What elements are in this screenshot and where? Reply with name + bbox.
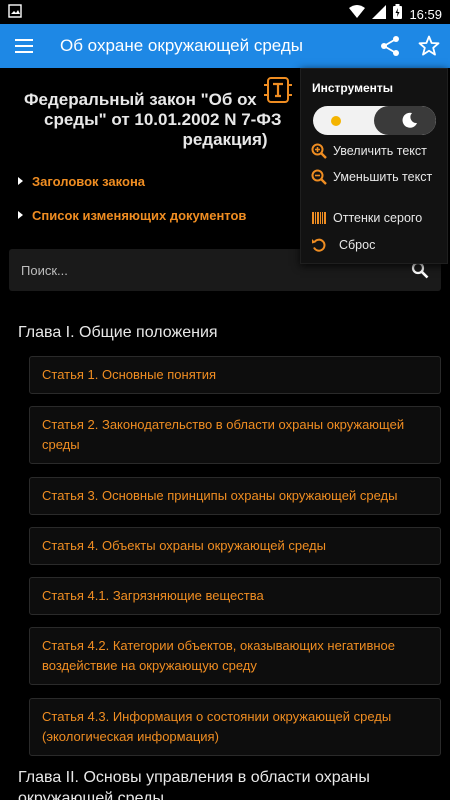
article-label: Статья 4.1. Загрязняющие вещества xyxy=(42,588,264,603)
tools-popup: Инструменты Увеличить текст Уменьшить те… xyxy=(300,68,448,264)
article-label: Статья 3. Основные принципы охраны окруж… xyxy=(42,488,398,503)
battery-icon xyxy=(393,4,403,24)
status-bar: 16:59 xyxy=(0,0,450,24)
article-item[interactable]: Статья 4.3. Информация о состоянии окруж… xyxy=(29,698,441,756)
expander-label: Список изменяющих документов xyxy=(32,207,247,223)
chapter-heading: Глава I. Общие положения xyxy=(18,324,218,341)
chapter-heading: Глава II. Основы управления в области ох… xyxy=(18,769,370,800)
sun-icon xyxy=(331,116,341,126)
article-item[interactable]: Статья 4.2. Категории объектов, оказываю… xyxy=(29,627,441,685)
expander-amending-docs[interactable]: Список изменяющих документов xyxy=(18,205,246,225)
article-label: Статья 4.3. Информация о состоянии окруж… xyxy=(42,709,392,744)
moon-icon xyxy=(401,112,418,129)
reset-icon xyxy=(311,237,327,253)
expander-law-header[interactable]: Заголовок закона xyxy=(18,171,145,191)
share-icon[interactable] xyxy=(378,34,402,58)
expand-arrow-icon xyxy=(18,211,23,219)
expand-arrow-icon xyxy=(18,177,23,185)
menu-item-label: Уменьшить текст xyxy=(333,170,433,184)
menu-item-reset[interactable]: Сброс xyxy=(311,237,375,253)
menu-item-label: Оттенки серого xyxy=(333,211,423,225)
tools-popup-title: Инструменты xyxy=(312,81,394,95)
article-item[interactable]: Статья 1. Основные понятия xyxy=(29,356,441,394)
expander-label: Заголовок закона xyxy=(32,173,146,189)
article-label: Статья 4.2. Категории объектов, оказываю… xyxy=(42,638,395,673)
menu-item-label: Увеличить текст xyxy=(333,144,427,158)
image-notification-icon xyxy=(8,4,22,23)
star-icon[interactable] xyxy=(417,34,441,58)
menu-item-zoom-in[interactable]: Увеличить текст xyxy=(311,143,427,159)
menu-item-grayscale[interactable]: Оттенки серого xyxy=(311,210,422,226)
theme-toggle[interactable] xyxy=(313,106,436,135)
article-label: Статья 2. Законодательство в области охр… xyxy=(42,417,405,452)
status-time: 16:59 xyxy=(409,6,442,22)
menu-item-zoom-out[interactable]: Уменьшить текст xyxy=(311,169,441,185)
menu-item-label: Сброс xyxy=(339,238,376,252)
signal-icon xyxy=(372,4,387,24)
article-item[interactable]: Статья 2. Законодательство в области охр… xyxy=(29,406,441,464)
menu-icon[interactable] xyxy=(14,36,34,56)
zoom-in-icon xyxy=(311,143,327,159)
zoom-out-icon xyxy=(311,169,327,185)
app-bar: Об охране окружающей среды xyxy=(0,24,450,68)
app-title: Об охране окружающей среды xyxy=(60,36,303,55)
article-label: Статья 4. Объекты охраны окружающей сред… xyxy=(42,538,326,553)
article-item[interactable]: Статья 4. Объекты охраны окружающей сред… xyxy=(29,527,441,565)
article-item[interactable]: Статья 3. Основные принципы охраны окруж… xyxy=(29,477,441,515)
article-label: Статья 1. Основные понятия xyxy=(42,367,217,382)
wifi-icon xyxy=(349,4,366,24)
barcode-icon xyxy=(311,210,327,226)
article-item[interactable]: Статья 4.1. Загрязняющие вещества xyxy=(29,577,441,615)
